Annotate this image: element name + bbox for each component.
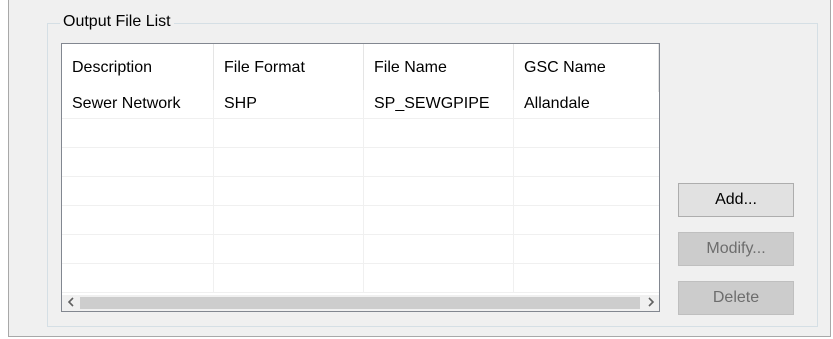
cell-description — [62, 119, 214, 147]
output-file-list[interactable]: Description File Format File Name GSC Na… — [61, 43, 660, 312]
cell-gsc-name — [514, 119, 659, 147]
add-button[interactable]: Add... — [678, 183, 794, 217]
cell-file-format — [214, 264, 364, 292]
list-row[interactable]: Sewer Network SHP SP_SEWGPIPE Allandale — [62, 90, 659, 119]
cell-file-format: SHP — [214, 90, 364, 118]
cell-gsc-name — [514, 206, 659, 234]
list-row[interactable] — [62, 119, 659, 148]
column-header-gsc-name[interactable]: GSC Name — [514, 44, 659, 92]
group-title: Output File List — [60, 10, 174, 34]
column-header-file-format[interactable]: File Format — [214, 44, 364, 92]
cell-gsc-name — [514, 148, 659, 176]
list-row[interactable] — [62, 235, 659, 264]
column-header-description[interactable]: Description — [62, 44, 214, 92]
cell-gsc-name — [514, 264, 659, 292]
scrollbar-thumb[interactable] — [80, 297, 640, 309]
cell-file-name — [364, 235, 514, 263]
horizontal-scrollbar[interactable] — [62, 295, 659, 311]
cell-file-format — [214, 235, 364, 263]
cell-description — [62, 235, 214, 263]
cell-file-format — [214, 148, 364, 176]
list-row[interactable] — [62, 206, 659, 235]
chevron-right-icon — [647, 296, 655, 310]
cell-gsc-name — [514, 177, 659, 205]
chevron-left-icon — [67, 296, 75, 310]
cell-file-format — [214, 177, 364, 205]
cell-file-name — [364, 148, 514, 176]
scroll-right-button[interactable] — [642, 295, 659, 311]
cell-file-name — [364, 206, 514, 234]
cell-file-format — [214, 119, 364, 147]
cell-file-name: SP_SEWGPIPE — [364, 90, 514, 118]
list-row[interactable] — [62, 264, 659, 293]
cell-description — [62, 264, 214, 292]
modify-button[interactable]: Modify... — [678, 232, 794, 266]
list-row[interactable] — [62, 177, 659, 206]
column-header-file-name[interactable]: File Name — [364, 44, 514, 92]
cell-description — [62, 206, 214, 234]
cell-gsc-name — [514, 235, 659, 263]
cell-gsc-name: Allandale — [524, 95, 590, 112]
list-row[interactable] — [62, 148, 659, 177]
delete-button[interactable]: Delete — [678, 281, 794, 315]
cell-description: Sewer Network — [62, 90, 214, 118]
scroll-left-button[interactable] — [62, 295, 79, 311]
cell-file-name — [364, 264, 514, 292]
list-header: Description File Format File Name GSC Na… — [62, 44, 659, 92]
cell-description — [62, 148, 214, 176]
cell-file-format — [214, 206, 364, 234]
cell-file-name — [364, 177, 514, 205]
cell-description — [62, 177, 214, 205]
cell-file-name — [364, 119, 514, 147]
